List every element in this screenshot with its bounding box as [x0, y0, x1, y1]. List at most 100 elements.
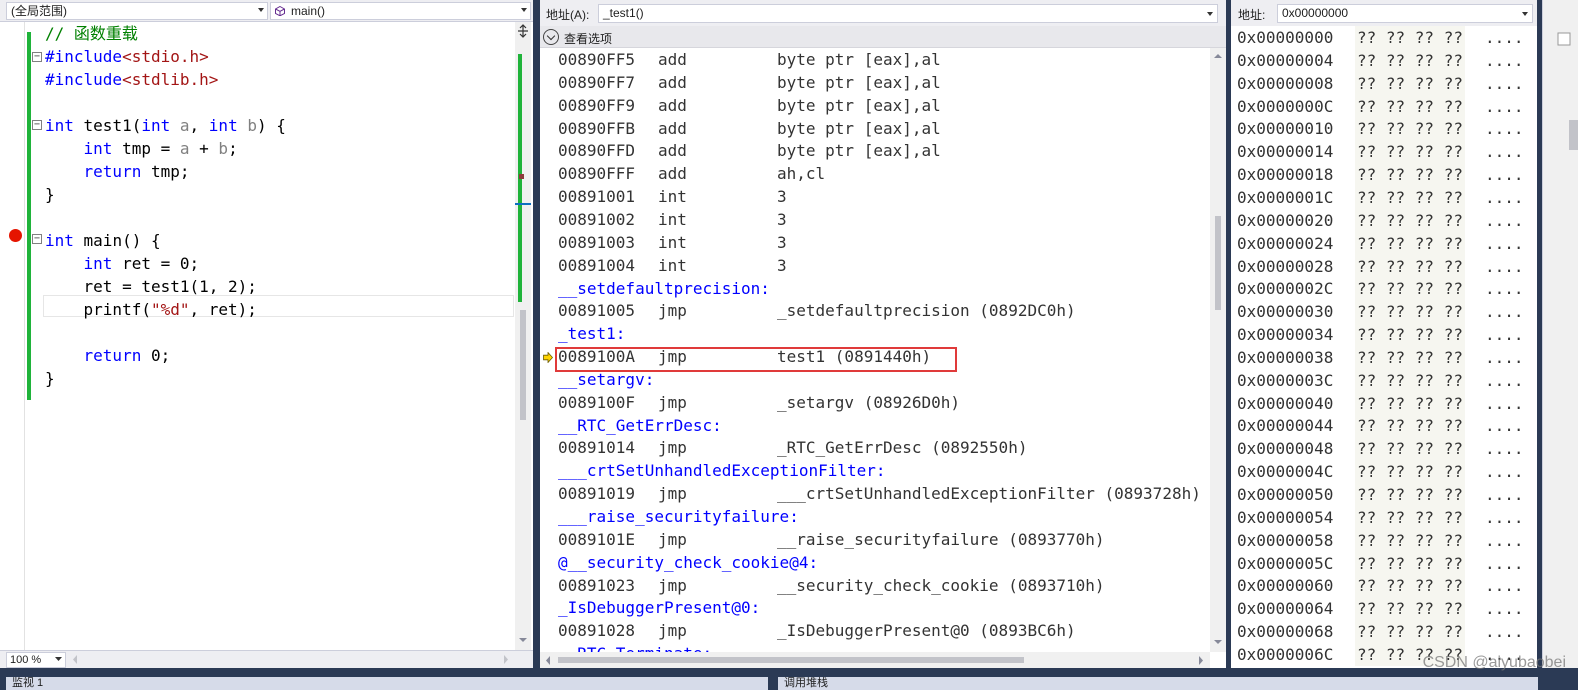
- scroll-left-arrow-icon[interactable]: [545, 656, 551, 665]
- collapse-icon[interactable]: −: [32, 120, 42, 130]
- asm-address: 00891014: [558, 438, 636, 458]
- asm-address: 00891002: [558, 209, 636, 229]
- memory-bytes[interactable]: ?? ?? ?? ??: [1355, 277, 1465, 301]
- code-token: ;: [228, 139, 238, 158]
- memory-address: 0x00000038: [1237, 347, 1334, 367]
- scroll-right-arrow-icon[interactable]: [1198, 656, 1204, 665]
- memory-bytes[interactable]: ?? ?? ?? ??: [1355, 574, 1465, 598]
- asm-mnemonic: jmp: [658, 575, 687, 595]
- collapse-icon[interactable]: −: [32, 234, 42, 244]
- scroll-down-arrow-icon[interactable]: [1213, 638, 1223, 646]
- code-line: #include<stdlib.h>: [45, 68, 218, 91]
- scope-dropdown[interactable]: (全局范围): [6, 2, 268, 20]
- code-token: #include: [45, 70, 123, 89]
- memory-address: 0x0000006C: [1237, 644, 1334, 664]
- code-line: int main() {: [45, 229, 161, 252]
- code-token: <stdio.h>: [122, 47, 209, 66]
- breakpoint-icon[interactable]: [9, 229, 22, 242]
- side-scroll-thumb[interactable]: [1569, 120, 1578, 150]
- code-token: ,: [189, 116, 209, 135]
- scroll-down-arrow-icon[interactable]: [518, 636, 528, 644]
- memory-bytes[interactable]: ?? ?? ?? ??: [1355, 254, 1465, 278]
- memory-bytes[interactable]: ?? ?? ?? ??: [1355, 437, 1465, 461]
- memory-listing[interactable]: 0x00000000 ?? ?? ?? ??.... 0x00000004 ?? ??…: [1231, 26, 1537, 668]
- memory-bytes[interactable]: ?? ?? ?? ??: [1355, 345, 1465, 369]
- asm-mnemonic: jmp: [658, 392, 687, 412]
- memory-bytes[interactable]: ?? ?? ?? ??: [1355, 231, 1465, 255]
- code-line: int test1(int a, int b) {: [45, 114, 286, 137]
- memory-bytes[interactable]: ?? ?? ?? ??: [1355, 597, 1465, 621]
- asm-address: 00891028: [558, 621, 636, 641]
- memory-address: 0x00000004: [1237, 50, 1334, 70]
- indicator-margin: [24, 22, 25, 650]
- memory-bytes[interactable]: ?? ?? ?? ??: [1355, 71, 1465, 95]
- memory-bytes[interactable]: ?? ?? ?? ??: [1355, 48, 1465, 72]
- address-value: _test1(): [603, 6, 644, 20]
- memory-chars: ....: [1485, 393, 1524, 413]
- scroll-thumb[interactable]: [1215, 216, 1221, 310]
- scroll-thumb[interactable]: [520, 310, 526, 420]
- scroll-thumb[interactable]: [558, 657, 1024, 663]
- memory-bytes[interactable]: ?? ?? ?? ??: [1355, 140, 1465, 164]
- member-dropdown[interactable]: main(): [270, 2, 531, 20]
- memory-bytes[interactable]: ?? ?? ?? ??: [1355, 117, 1465, 141]
- code-line: // 函数重载: [45, 22, 138, 45]
- memory-bytes[interactable]: ?? ?? ?? ??: [1355, 551, 1465, 575]
- memory-bytes[interactable]: ?? ?? ?? ??: [1355, 185, 1465, 209]
- view-options-bar[interactable]: 查看选项: [540, 26, 1226, 48]
- memory-bytes[interactable]: ?? ?? ?? ??: [1355, 391, 1465, 415]
- editor-vertical-scrollbar[interactable]: [515, 22, 531, 650]
- expand-options-icon[interactable]: [543, 29, 559, 45]
- memory-chars: ....: [1485, 233, 1524, 253]
- memory-bytes[interactable]: ?? ?? ?? ??: [1355, 368, 1465, 392]
- asm-address: 00891004: [558, 255, 636, 275]
- call-stack-tab[interactable]: 调用堆栈: [778, 677, 1538, 690]
- memory-bytes[interactable]: ?? ?? ?? ??: [1355, 208, 1465, 232]
- memory-address: 0x00000018: [1237, 165, 1334, 185]
- memory-bytes[interactable]: ?? ?? ?? ??: [1355, 94, 1465, 118]
- asm-operands: byte ptr [eax],al: [777, 50, 941, 69]
- memory-chars: ....: [1485, 119, 1524, 139]
- memory-bytes[interactable]: ?? ?? ?? ??: [1355, 483, 1465, 506]
- watch-window-tab[interactable]: 监视 1: [6, 677, 768, 690]
- memory-bytes[interactable]: ?? ?? ?? ??: [1355, 26, 1465, 49]
- address-input[interactable]: _test1(): [598, 4, 1218, 23]
- code-text-area[interactable]: − − − // 函数重载 #include <stdio.h> #include<s…: [0, 22, 515, 650]
- scroll-left-arrow-icon[interactable]: [72, 655, 78, 664]
- memory-address: 0x00000000: [1237, 28, 1334, 47]
- disassembly-vertical-scrollbar[interactable]: [1210, 48, 1226, 652]
- memory-bytes[interactable]: ?? ?? ?? ??: [1355, 528, 1465, 552]
- asm-operands: 3: [777, 232, 787, 252]
- memory-address-input[interactable]: 0x00000000: [1277, 4, 1533, 23]
- scroll-right-arrow-icon[interactable]: [503, 655, 509, 664]
- memory-bytes[interactable]: ?? ?? ?? ??: [1355, 505, 1465, 529]
- asm-mnemonic: add: [658, 141, 687, 161]
- asm-address: 00890FFB: [558, 118, 636, 138]
- memory-panel: 地址: 0x00000000 0x00000000 ?? ?? ?? ??....…: [1231, 0, 1537, 668]
- memory-bytes[interactable]: ?? ?? ?? ??: [1355, 620, 1465, 644]
- split-handle-icon[interactable]: [517, 24, 529, 38]
- memory-address: 0x00000068: [1237, 622, 1334, 642]
- memory-bytes[interactable]: ?? ?? ?? ??: [1355, 323, 1465, 347]
- watch-tab-label: 监视 1: [12, 677, 44, 689]
- asm-operands: _RTC_GetErrDesc (0892550h): [777, 438, 1028, 458]
- memory-bytes[interactable]: ?? ?? ?? ??: [1355, 300, 1465, 324]
- memory-chars: ....: [1485, 439, 1524, 459]
- memory-bytes[interactable]: ?? ?? ?? ??: [1355, 460, 1465, 484]
- memory-bytes[interactable]: ?? ?? ?? ??: [1355, 163, 1465, 187]
- memory-bytes[interactable]: ?? ?? ?? ??: [1355, 414, 1465, 438]
- zoom-dropdown[interactable]: 100 %: [6, 652, 66, 668]
- tool-window-tab-icon[interactable]: [1557, 32, 1571, 46]
- disassembly-horizontal-scrollbar[interactable]: [540, 652, 1210, 668]
- disassembly-listing[interactable]: 00890FF5 add byte ptr [eax],al 00890FF7 add b…: [540, 48, 1210, 652]
- memory-chars: ....: [1485, 599, 1524, 619]
- scroll-up-arrow-icon[interactable]: [1213, 52, 1223, 60]
- memory-chars: ....: [1485, 279, 1524, 299]
- collapse-icon[interactable]: −: [32, 52, 42, 62]
- asm-operands: __security_check_cookie (0893710h): [777, 575, 1105, 595]
- asm-address: 00891019: [558, 484, 636, 504]
- member-dropdown-label: main(): [291, 4, 326, 18]
